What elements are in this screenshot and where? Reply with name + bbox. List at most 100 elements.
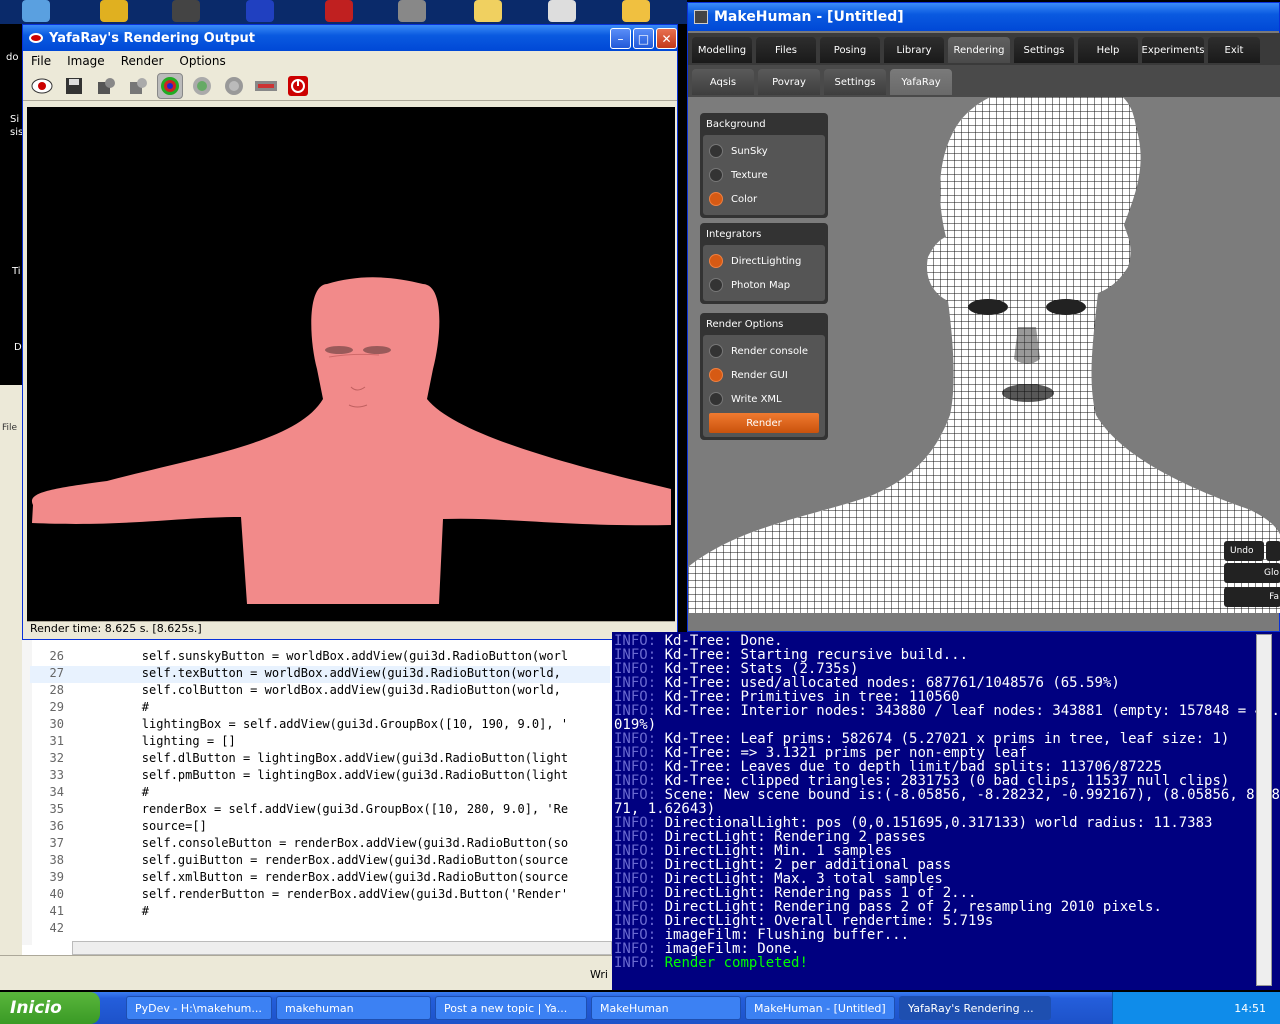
code-line[interactable]: 42	[30, 921, 610, 938]
tab-rendering[interactable]: Rendering	[948, 37, 1010, 63]
save-alpha-icon[interactable]	[125, 73, 151, 99]
code-line[interactable]: 30 lightingBox = self.addView(gui3d.Grou…	[30, 717, 610, 734]
desktop-label: Ti	[12, 266, 21, 277]
redo-button[interactable]	[1266, 541, 1280, 561]
radio-color[interactable]: Color	[709, 187, 819, 211]
console-line: INFO: DirectLight: Rendering pass 2 of 2…	[614, 900, 1162, 914]
desktop-icon[interactable]	[398, 0, 426, 22]
subtab-aqsis[interactable]: Aqsis	[692, 69, 754, 95]
tab-help[interactable]: Help	[1078, 37, 1138, 63]
desktop-icon[interactable]	[246, 0, 274, 22]
code-line[interactable]: 32 self.dlButton = lightingBox.addView(g…	[30, 751, 610, 768]
radio-render-console[interactable]: Render console	[709, 339, 819, 363]
tab-experiments[interactable]: Experiments	[1142, 37, 1205, 63]
task-label: Post a new topic | Ya...	[444, 1001, 568, 1015]
menu-file[interactable]: File	[23, 54, 59, 68]
alpha-channel-icon[interactable]	[189, 73, 215, 99]
desktop-icon[interactable]	[22, 0, 50, 22]
radio-dot	[709, 344, 723, 358]
subtab-yafaray[interactable]: YafaRay	[890, 69, 952, 95]
console-line: INFO: DirectLight: Overall rendertime: 5…	[614, 914, 993, 928]
face-button[interactable]: Fa	[1224, 587, 1280, 607]
radio-render-gui[interactable]: Render GUI	[709, 363, 819, 387]
task-yafaray[interactable]: YafaRay's Rendering ...	[899, 996, 1051, 1020]
tab-modelling[interactable]: Modelling	[692, 37, 752, 63]
code-line[interactable]: 36 source=[]	[30, 819, 610, 836]
render-eye-icon[interactable]	[29, 73, 55, 99]
code-line[interactable]: 37 self.consoleButton = renderBox.addVie…	[30, 836, 610, 853]
task-makehuman-window[interactable]: MakeHuman - [Untitled]	[745, 996, 895, 1020]
console-line: INFO: DirectLight: Rendering pass 1 of 2…	[614, 886, 976, 900]
makehuman-titlebar[interactable]: MakeHuman - [Untitled]	[688, 3, 1279, 31]
makehuman-3d-view[interactable]: Background SunSky Texture Color Integrat…	[688, 97, 1280, 613]
quit-icon[interactable]	[285, 73, 311, 99]
desktop-icon[interactable]	[100, 0, 128, 22]
close-button[interactable]: ✕	[656, 28, 677, 49]
desktop-icon[interactable]	[172, 0, 200, 22]
code-line[interactable]: 29 #	[30, 700, 610, 717]
yafaray-titlebar[interactable]: YafaRay's Rendering Output	[23, 25, 677, 51]
radio-sunsky[interactable]: SunSky	[709, 139, 819, 163]
code-line[interactable]: 41 #	[30, 904, 610, 921]
save-icon[interactable]	[61, 73, 87, 99]
subtab-povray[interactable]: Povray	[758, 69, 820, 95]
tab-exit[interactable]: Exit	[1208, 37, 1260, 63]
console-line: 019%)	[614, 718, 656, 732]
console-output[interactable]: INFO: Kd-Tree: Done. INFO: Kd-Tree: Start…	[612, 632, 1280, 990]
desktop-icon[interactable]	[548, 0, 576, 22]
zoom-icon[interactable]	[253, 73, 279, 99]
code-line[interactable]: 31 lighting = []	[30, 734, 610, 751]
radio-dot-selected	[709, 254, 723, 268]
task-makehuman-console[interactable]: MakeHuman	[591, 996, 741, 1020]
undo-button[interactable]: Undo	[1224, 541, 1264, 561]
tab-library[interactable]: Library	[884, 37, 944, 63]
code-line[interactable]: 38 self.guiButton = renderBox.addView(gu…	[30, 853, 610, 870]
global-button[interactable]: Glo	[1224, 563, 1280, 583]
code-line[interactable]: 34 #	[30, 785, 610, 802]
makehuman-app-icon	[694, 10, 708, 24]
console-scrollbar[interactable]	[1256, 634, 1272, 986]
code-text: self.colButton = worldBox.addView(gui3d.…	[84, 683, 561, 697]
code-line[interactable]: 26 self.sunskyButton = worldBox.addView(…	[30, 649, 610, 666]
desktop-icon[interactable]	[622, 0, 650, 22]
radio-write-xml[interactable]: Write XML	[709, 387, 819, 411]
minimize-button[interactable]: –	[610, 28, 631, 49]
console-line: INFO: Kd-Tree: used/allocated nodes: 687…	[614, 676, 1120, 690]
yafaray-window[interactable]: YafaRay's Rendering Output – □ ✕ File Im…	[22, 24, 678, 640]
radio-photonmap[interactable]: Photon Map	[709, 273, 819, 297]
code-text: self.sunskyButton = worldBox.addView(gui…	[84, 649, 569, 663]
tab-files[interactable]: Files	[756, 37, 816, 63]
save-as-icon[interactable]	[93, 73, 119, 99]
desktop-label: D	[14, 342, 22, 353]
tab-posing[interactable]: Posing	[820, 37, 880, 63]
menu-image[interactable]: Image	[59, 54, 113, 68]
yafaray-menubar: File Image Render Options	[23, 51, 677, 71]
radio-directlighting[interactable]: DirectLighting	[709, 249, 819, 273]
radio-texture[interactable]: Texture	[709, 163, 819, 187]
task-pydev[interactable]: PyDev - H:\makehum...	[126, 996, 272, 1020]
task-makehuman-folder[interactable]: makehuman	[276, 996, 431, 1020]
code-line[interactable]: 33 self.pmButton = lightingBox.addView(g…	[30, 768, 610, 785]
code-line[interactable]: 28 self.colButton = worldBox.addView(gui…	[30, 683, 610, 700]
code-text: self.xmlButton = renderBox.addView(gui3d…	[84, 870, 569, 884]
code-line[interactable]: 27 self.texButton = worldBox.addView(gui…	[30, 666, 610, 683]
maximize-button[interactable]: □	[633, 28, 654, 49]
depth-channel-icon[interactable]	[221, 73, 247, 99]
task-firefox[interactable]: Post a new topic | Ya...	[435, 996, 587, 1020]
render-button[interactable]: Render	[709, 413, 819, 433]
desktop-icon[interactable]	[474, 0, 502, 22]
desktop-icon[interactable]	[325, 0, 353, 22]
subtab-settings[interactable]: Settings	[824, 69, 886, 95]
radio-dot-selected	[709, 192, 723, 206]
code-line[interactable]: 35 renderBox = self.addView(gui3d.GroupB…	[30, 802, 610, 819]
code-line[interactable]: 39 self.xmlButton = renderBox.addView(gu…	[30, 870, 610, 887]
code-line[interactable]: 40 self.renderButton = renderBox.addView…	[30, 887, 610, 904]
menu-render[interactable]: Render	[113, 54, 172, 68]
editor-hscroll[interactable]	[72, 941, 612, 955]
tab-settings[interactable]: Settings	[1014, 37, 1074, 63]
start-button[interactable]: Inicio	[0, 992, 100, 1024]
color-channel-icon[interactable]	[157, 72, 183, 99]
makehuman-window[interactable]: MakeHuman - [Untitled] Modelling Files P…	[687, 2, 1280, 632]
system-tray: 14:51	[1112, 992, 1280, 1024]
menu-options[interactable]: Options	[171, 54, 233, 68]
